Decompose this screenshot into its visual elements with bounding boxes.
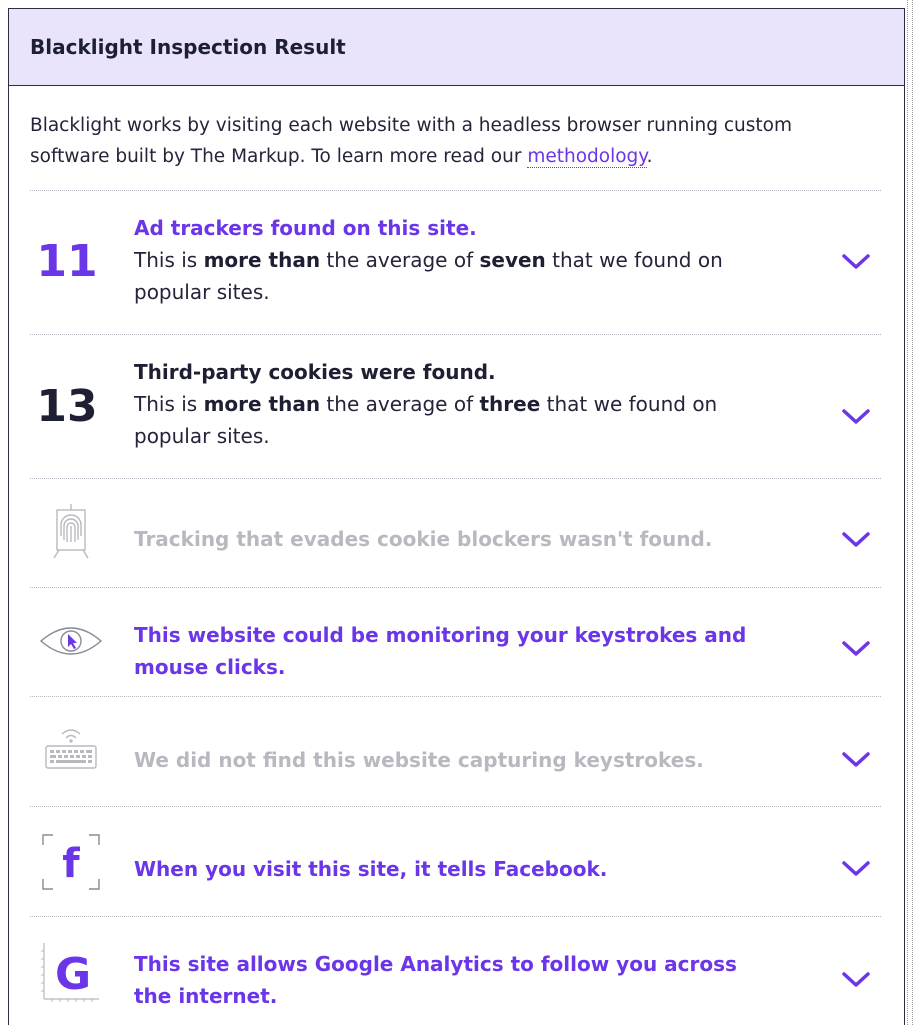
intro-text: Blacklight works by visiting each websit… xyxy=(30,115,792,167)
ad-tracker-count: 11 xyxy=(36,236,98,287)
fingerprinting-row[interactable]: Tracking that evades cookie blockers was… xyxy=(30,479,881,587)
cookies-description: This is more than the average of three t… xyxy=(134,388,774,452)
session-recording-row[interactable]: This website could be monitoring your ke… xyxy=(30,588,881,696)
intro-period: . xyxy=(646,146,653,167)
chevron-down-icon[interactable] xyxy=(841,408,871,426)
intro-paragraph: Blacklight works by visiting each websit… xyxy=(30,110,830,172)
google-analytics-row[interactable]: G This site allows Google Analytics to f… xyxy=(30,917,881,1025)
keylogging-row[interactable]: We did not find this website capturing k… xyxy=(30,697,881,805)
ad-trackers-row[interactable]: 11 Ad trackers found on this site. This … xyxy=(30,191,881,334)
cookies-text: Third-party cookies were found. This is … xyxy=(134,356,774,452)
page: Blacklight Inspection Result Blacklight … xyxy=(0,0,916,1025)
facebook-pixel-row[interactable]: f When you visit this site, it tells Fac… xyxy=(30,807,881,915)
desc-emphasis: three xyxy=(479,392,541,416)
google-analytics-headline-text: This site allows Google Analytics to fol… xyxy=(134,952,737,1008)
desc-part: This is xyxy=(134,392,204,416)
desc-part: the average of xyxy=(320,392,480,416)
keylogging-headline-text: We did not find this website capturing k… xyxy=(134,748,704,772)
keylogging-headline: We did not find this website capturing k… xyxy=(134,744,774,776)
svg-text:G: G xyxy=(55,949,91,1000)
google-icon: G xyxy=(38,939,104,1005)
google-analytics-headline: This site allows Google Analytics to fol… xyxy=(134,948,774,1012)
eye-cursor-icon xyxy=(38,608,104,674)
desc-emphasis: seven xyxy=(479,248,546,272)
session-recording-headline-text: This website could be monitoring your ke… xyxy=(134,623,747,679)
third-party-cookies-row[interactable]: 13 Third-party cookies were found. This … xyxy=(30,335,881,478)
facebook-headline-text: When you visit this site, it tells Faceb… xyxy=(134,857,608,881)
fingerprinting-headline-text: Tracking that evades cookie blockers was… xyxy=(134,527,713,551)
session-recording-headline: This website could be monitoring your ke… xyxy=(134,619,774,683)
desc-part: the average of xyxy=(320,248,480,272)
scrollbar-track xyxy=(907,0,909,1025)
chevron-down-icon[interactable] xyxy=(841,860,871,878)
desc-emphasis: more than xyxy=(203,248,321,272)
keyboard-icon xyxy=(38,717,104,783)
ad-trackers-headline: Ad trackers found on this site. xyxy=(134,216,477,240)
desc-part: This is xyxy=(134,248,204,272)
methodology-link[interactable]: methodology xyxy=(527,146,647,168)
chevron-down-icon[interactable] xyxy=(841,531,871,549)
ad-trackers-text: Ad trackers found on this site. This is … xyxy=(134,212,774,308)
facebook-headline: When you visit this site, it tells Faceb… xyxy=(134,853,774,885)
cookies-headline: Third-party cookies were found. xyxy=(134,360,496,384)
chevron-down-icon[interactable] xyxy=(841,971,871,989)
ad-trackers-description: This is more than the average of seven t… xyxy=(134,244,774,308)
desc-emphasis: more than xyxy=(203,392,321,416)
chevron-down-icon[interactable] xyxy=(841,751,871,769)
scrollbar-edge xyxy=(912,0,914,1025)
facebook-icon: f xyxy=(38,829,104,895)
inspection-result-panel: Blacklight Inspection Result Blacklight … xyxy=(8,8,905,1025)
chevron-down-icon[interactable] xyxy=(841,640,871,658)
fingerprinting-headline: Tracking that evades cookie blockers was… xyxy=(134,523,774,555)
chevron-down-icon[interactable] xyxy=(841,253,871,271)
fingerprint-icon xyxy=(38,499,104,565)
svg-text:f: f xyxy=(62,841,80,887)
panel-title: Blacklight Inspection Result xyxy=(30,35,346,59)
panel-header: Blacklight Inspection Result xyxy=(9,9,904,86)
cookie-count: 13 xyxy=(36,381,98,432)
